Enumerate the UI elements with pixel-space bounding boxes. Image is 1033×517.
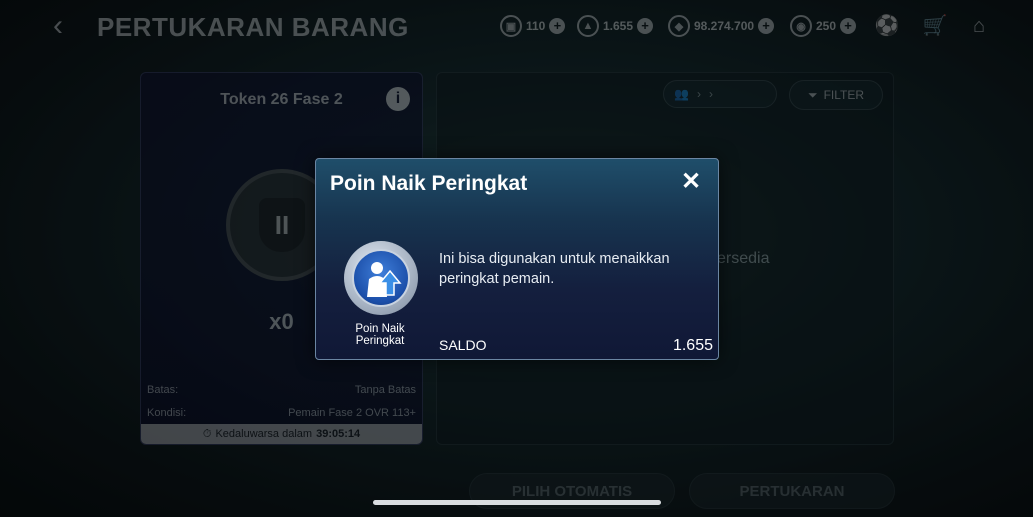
rank-point-modal: Poin Naik Peringkat ✕ Poin Naik Peringka… <box>315 158 719 360</box>
condition-row: Kondisi: Pemain Fase 2 OVR 113+ <box>147 407 416 419</box>
rank-up-point-icon: ▲ <box>577 15 599 37</box>
info-icon[interactable]: i <box>386 87 410 111</box>
add-coin-icon[interactable]: + <box>758 18 775 34</box>
cart-icon[interactable]: 🛒 <box>922 14 948 38</box>
players-icon: 👥 <box>674 87 689 101</box>
saldo-label: SALDO <box>439 337 487 353</box>
expire-bar: ⏱ Kedaluwarsa dalam 39:05:14 <box>141 424 422 444</box>
filter-label: FILTER <box>823 88 865 102</box>
empty-state-text: ersedia <box>717 250 770 267</box>
position-filter[interactable]: 👥 › › <box>663 80 777 108</box>
item-description: Ini bisa digunakan untuk menaikkan perin… <box>439 251 670 287</box>
add-ticket-icon[interactable]: + <box>549 18 566 34</box>
limit-row: Batas: Tanpa Batas <box>147 384 416 396</box>
close-icon[interactable]: ✕ <box>680 170 702 194</box>
expire-label: Kedaluwarsa dalam <box>215 428 313 440</box>
limit-value: Tanpa Batas <box>354 384 416 396</box>
filter-button[interactable]: ⏷ FILTER <box>789 80 883 110</box>
ticket-icon: ▣ <box>500 15 522 37</box>
condition-value: Pemain Fase 2 OVR 113+ <box>288 407 416 419</box>
token-title: Token 26 Fase 2 <box>220 91 343 108</box>
item-label: Poin Naik Peringkat <box>355 323 405 347</box>
page-title: PERTUKARAN BARANG <box>97 12 409 42</box>
token-shield-icon: II <box>259 198 305 252</box>
gem-currency[interactable]: ◉ 250 + <box>790 14 857 38</box>
ticket-currency[interactable]: ▣ 110 + <box>500 14 566 38</box>
ticket-count: 110 <box>526 19 546 33</box>
home-indicator[interactable] <box>373 500 661 505</box>
home-icon[interactable]: ⌂ <box>966 14 992 38</box>
add-rank-point-icon[interactable]: + <box>637 18 654 34</box>
rank-point-count: 1.655 <box>603 19 634 33</box>
back-arrow-icon[interactable]: ‹ <box>44 10 72 42</box>
add-gem-icon[interactable]: + <box>840 18 857 34</box>
chevron-right-icon: › <box>708 87 713 101</box>
stopwatch-icon: ⏱ <box>202 427 212 440</box>
exchange-button[interactable]: PERTUKARAN <box>689 473 895 509</box>
coin-count: 98.274.700 <box>694 19 755 33</box>
rank-point-currency[interactable]: ▲ 1.655 + <box>577 14 654 38</box>
coin-currency[interactable]: ◆ 98.274.700 + <box>668 14 775 38</box>
saldo-value: 1.655 <box>672 337 713 354</box>
chevron-right-icon: › <box>696 87 701 101</box>
rank-up-point-icon <box>344 241 418 315</box>
coin-icon: ◆ <box>668 15 690 37</box>
expire-value: 39:05:14 <box>316 428 361 440</box>
top-bar: ‹ PERTUKARAN BARANG ▣ 110 + ▲ 1.655 + ◆ … <box>0 0 1033 56</box>
funnel-icon: ⏷ <box>807 87 818 102</box>
limit-label: Batas: <box>147 384 179 396</box>
gem-count: 250 <box>816 19 837 33</box>
condition-label: Kondisi: <box>147 407 187 419</box>
modal-title: Poin Naik Peringkat <box>330 172 528 195</box>
gem-icon: ◉ <box>790 15 812 37</box>
ball-icon[interactable]: ⚽ <box>874 14 900 38</box>
